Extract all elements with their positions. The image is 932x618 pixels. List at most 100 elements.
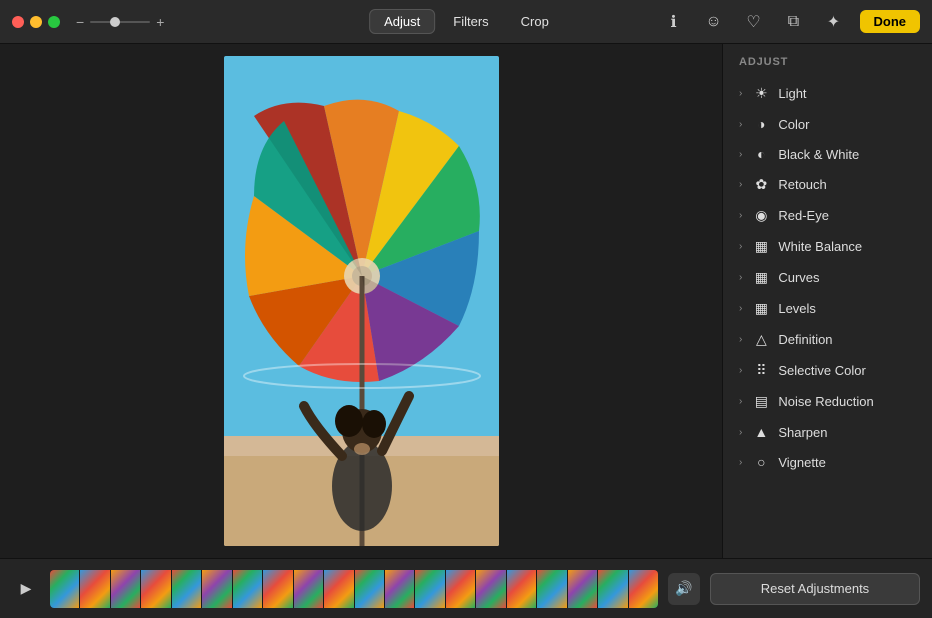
film-frame (294, 570, 323, 608)
selective-color-icon: ⠿ (752, 362, 770, 379)
adjust-item-light[interactable]: › ☀ Light (723, 78, 932, 109)
adjust-item-red-eye[interactable]: › ◉ Red-Eye (723, 200, 932, 231)
slider-track[interactable] (90, 21, 150, 23)
chevron-right-icon: › (739, 334, 742, 345)
adjust-label-levels: Levels (778, 301, 816, 316)
color-icon: ◑ (752, 116, 770, 132)
adjust-panel-title: ADJUST (723, 56, 932, 78)
film-frame (507, 570, 536, 608)
chevron-right-icon: › (739, 457, 742, 468)
film-frame (598, 570, 627, 608)
film-frame (537, 570, 566, 608)
fullscreen-button[interactable] (48, 16, 60, 28)
film-frame (233, 570, 262, 608)
emoji-icon[interactable]: ☺ (700, 8, 728, 36)
adjust-item-noise-reduction[interactable]: › ▤ Noise Reduction (723, 386, 932, 417)
chevron-right-icon: › (739, 210, 742, 221)
film-frame (80, 570, 109, 608)
photo-image (224, 56, 499, 546)
tab-crop[interactable]: Crop (507, 9, 563, 34)
play-button[interactable]: ▶ (12, 575, 40, 603)
duplicate-icon[interactable]: ⧉ (780, 8, 808, 36)
adjust-item-white-balance[interactable]: › ▦ White Balance (723, 231, 932, 262)
chevron-right-icon: › (739, 119, 742, 130)
filmstrip[interactable] (50, 570, 658, 608)
adjust-item-black-white[interactable]: › ◐ Black & White (723, 139, 932, 169)
red-eye-icon: ◉ (752, 207, 770, 224)
filmstrip-inner (50, 570, 658, 608)
adjust-label-black-white: Black & White (778, 147, 859, 162)
bottom-bar: ▶ 🔊 Reset Adjustments (0, 558, 932, 618)
adjust-item-color[interactable]: › ◑ Color (723, 109, 932, 139)
adjust-item-selective-color[interactable]: › ⠿ Selective Color (723, 355, 932, 386)
levels-icon: ▦ (752, 300, 770, 317)
chevron-right-icon: › (739, 149, 742, 160)
slider-thumb[interactable] (110, 17, 120, 27)
tab-filters[interactable]: Filters (439, 9, 502, 34)
film-frame (263, 570, 292, 608)
film-frame (50, 570, 79, 608)
adjust-item-retouch[interactable]: › ✿ Retouch (723, 169, 932, 200)
light-icon: ☀ (752, 85, 770, 102)
adjust-panel: ADJUST › ☀ Light › ◑ Color › ◐ Black & W… (722, 44, 932, 558)
adjust-label-white-balance: White Balance (778, 239, 862, 254)
adjust-label-color: Color (778, 117, 809, 132)
tab-adjust[interactable]: Adjust (369, 9, 435, 34)
adjust-item-curves[interactable]: › ▦ Curves (723, 262, 932, 293)
toolbar-tabs: Adjust Filters Crop (369, 9, 563, 34)
film-frame (355, 570, 384, 608)
adjust-label-definition: Definition (778, 332, 832, 347)
photo-container (224, 56, 499, 546)
curves-icon: ▦ (752, 269, 770, 286)
adjust-label-red-eye: Red-Eye (778, 208, 829, 223)
adjust-label-retouch: Retouch (778, 177, 826, 192)
photo-area (0, 44, 722, 558)
chevron-right-icon: › (739, 303, 742, 314)
film-frame (629, 570, 658, 608)
toolbar-right: ℹ ☺ ♡ ⧉ ✦ Done (660, 8, 921, 36)
titlebar: − + Adjust Filters Crop ℹ ☺ ♡ ⧉ ✦ Done (0, 0, 932, 44)
heart-icon[interactable]: ♡ (740, 8, 768, 36)
chevron-right-icon: › (739, 241, 742, 252)
sharpen-icon: ▲ (752, 424, 770, 440)
noise-reduction-icon: ▤ (752, 393, 770, 410)
film-frame (385, 570, 414, 608)
black-white-icon: ◐ (752, 146, 770, 162)
adjust-label-noise-reduction: Noise Reduction (778, 394, 873, 409)
adjust-item-definition[interactable]: › △ Definition (723, 324, 932, 355)
adjust-label-light: Light (778, 86, 806, 101)
chevron-right-icon: › (739, 396, 742, 407)
adjust-label-vignette: Vignette (778, 455, 825, 470)
film-frame (141, 570, 170, 608)
adjust-label-selective-color: Selective Color (778, 363, 865, 378)
volume-button[interactable]: 🔊 (668, 573, 700, 605)
done-button[interactable]: Done (860, 10, 921, 33)
main-content: ADJUST › ☀ Light › ◑ Color › ◐ Black & W… (0, 44, 932, 558)
definition-icon: △ (752, 331, 770, 348)
zoom-slider[interactable]: − + (76, 14, 164, 30)
film-frame (476, 570, 505, 608)
close-button[interactable] (12, 16, 24, 28)
film-frame (111, 570, 140, 608)
chevron-right-icon: › (739, 88, 742, 99)
chevron-right-icon: › (739, 179, 742, 190)
film-frame (202, 570, 231, 608)
film-frame (172, 570, 201, 608)
chevron-right-icon: › (739, 427, 742, 438)
adjust-item-vignette[interactable]: › ○ Vignette (723, 447, 932, 477)
white-balance-icon: ▦ (752, 238, 770, 255)
magic-wand-icon[interactable]: ✦ (820, 8, 848, 36)
reset-adjustments-button[interactable]: Reset Adjustments (710, 573, 920, 605)
zoom-minus-icon: − (76, 14, 84, 30)
film-frame (446, 570, 475, 608)
adjust-item-sharpen[interactable]: › ▲ Sharpen (723, 417, 932, 447)
film-frame (568, 570, 597, 608)
info-icon[interactable]: ℹ (660, 8, 688, 36)
minimize-button[interactable] (30, 16, 42, 28)
vignette-icon: ○ (752, 454, 770, 470)
chevron-right-icon: › (739, 365, 742, 376)
adjust-label-sharpen: Sharpen (778, 425, 827, 440)
chevron-right-icon: › (739, 272, 742, 283)
film-frame (324, 570, 353, 608)
adjust-item-levels[interactable]: › ▦ Levels (723, 293, 932, 324)
